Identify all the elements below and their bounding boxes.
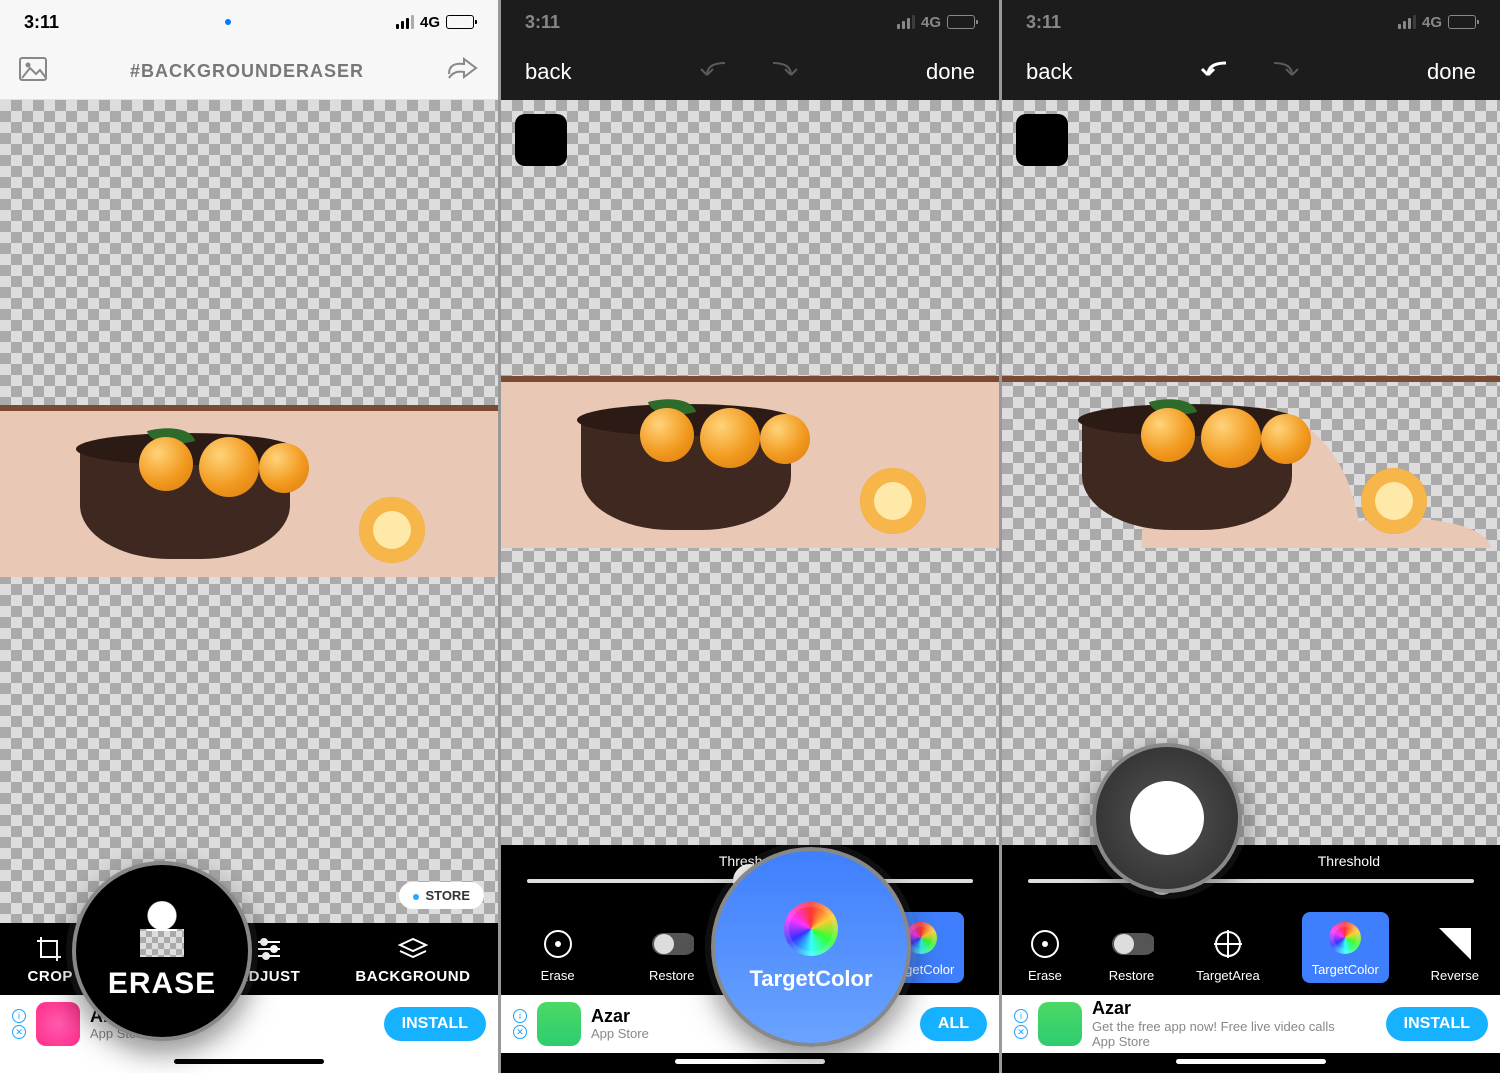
install-button[interactable]: INSTALL [384,1007,486,1041]
back-button[interactable]: back [525,59,571,85]
status-bar: 3:11 4G [501,0,999,44]
ad-app-icon [537,1002,581,1046]
ad-title: Azar [591,1006,630,1026]
editor-header: back done [501,44,999,100]
tool-erase[interactable]: Erase [1023,924,1067,983]
canvas-area[interactable] [1002,100,1500,845]
adchoices-icon[interactable]: i✕ [1014,1009,1028,1039]
home-indicator [0,1053,498,1073]
install-button[interactable]: INSTALL [1386,1007,1488,1041]
ad-subtitle: App Store [1092,1035,1376,1050]
tool-target-color[interactable]: TargetColor [1302,912,1389,983]
status-time: 3:11 [525,12,560,33]
undo-icon[interactable] [697,57,741,87]
home-indicator [1002,1053,1500,1073]
slider-knob-icon [1130,781,1204,855]
app-header: #BACKGROUNDERASER [0,44,498,100]
page-title: #BACKGROUNDERASER [130,61,364,82]
ad-app-icon [1038,1002,1082,1046]
install-button[interactable]: ALL [920,1007,987,1041]
back-button[interactable]: back [1026,59,1072,85]
undo-icon[interactable] [1198,57,1242,87]
ad-title: Azar [1092,998,1131,1018]
editor-header: back done [1002,44,1500,100]
status-time: 3:11 [1026,12,1061,33]
ad-banner[interactable]: i✕ AI CApp Stor INSTALL [0,995,498,1053]
adchoices-icon[interactable]: i✕ [12,1009,26,1039]
crop-button[interactable]: CROP [28,934,73,985]
ad-app-icon [36,1002,80,1046]
silhouette-icon [134,901,190,957]
status-time: 3:11 [24,12,59,33]
tool-restore[interactable]: Restore [1109,924,1155,983]
tool-reverse[interactable]: Reverse [1431,924,1479,983]
status-bar: 3:11 4G [0,0,498,44]
ad-tagline: Get the free app now! Free live video ca… [1092,1020,1376,1035]
redo-icon[interactable] [757,57,801,87]
home-indicator [501,1053,999,1073]
network-label: 4G [1422,14,1442,31]
tool-erase[interactable]: Erase [536,924,580,983]
share-icon[interactable] [446,56,480,87]
done-button[interactable]: done [926,59,975,85]
network-label: 4G [420,14,440,31]
zoom-bubble-label: TargetColor [749,966,872,992]
redo-icon[interactable] [1258,57,1302,87]
adchoices-icon[interactable]: i✕ [513,1009,527,1039]
ad-banner[interactable]: i✕ Azar Get the free app now! Free live … [1002,995,1500,1053]
canvas-area[interactable]: STORE [0,100,498,923]
recording-dot-icon [225,19,231,25]
gallery-icon[interactable] [18,56,48,87]
network-label: 4G [921,14,941,31]
zoom-bubble-erase: ERASE [72,861,252,1041]
signal-icon [897,15,915,29]
battery-icon [446,15,474,29]
signal-icon [1398,15,1416,29]
done-button[interactable]: done [1427,59,1476,85]
threshold-label: Threshold [1318,853,1380,869]
colorwheel-icon [784,902,838,956]
battery-icon [947,15,975,29]
threshold-slider[interactable] [1028,879,1474,883]
zoom-bubble-label: ERASE [108,967,216,1001]
background-button[interactable]: BACKGROUND [355,934,470,985]
tool-controls: Threshold Erase Restore TargetArea Targe… [1002,845,1500,995]
battery-icon [1448,15,1476,29]
zoom-bubble-targetcolor: TargetColor [711,847,911,1047]
tool-target-area[interactable]: TargetArea [1196,924,1260,983]
status-bar: 3:11 4G [1002,0,1500,44]
store-button[interactable]: STORE [399,882,484,909]
colorwheel-icon [1329,922,1361,954]
tool-restore[interactable]: Restore [649,924,695,983]
color-swatch[interactable] [1016,114,1068,166]
zoom-bubble-slider [1092,743,1242,893]
signal-icon [396,15,414,29]
canvas-area[interactable] [501,100,999,845]
color-swatch[interactable] [515,114,567,166]
